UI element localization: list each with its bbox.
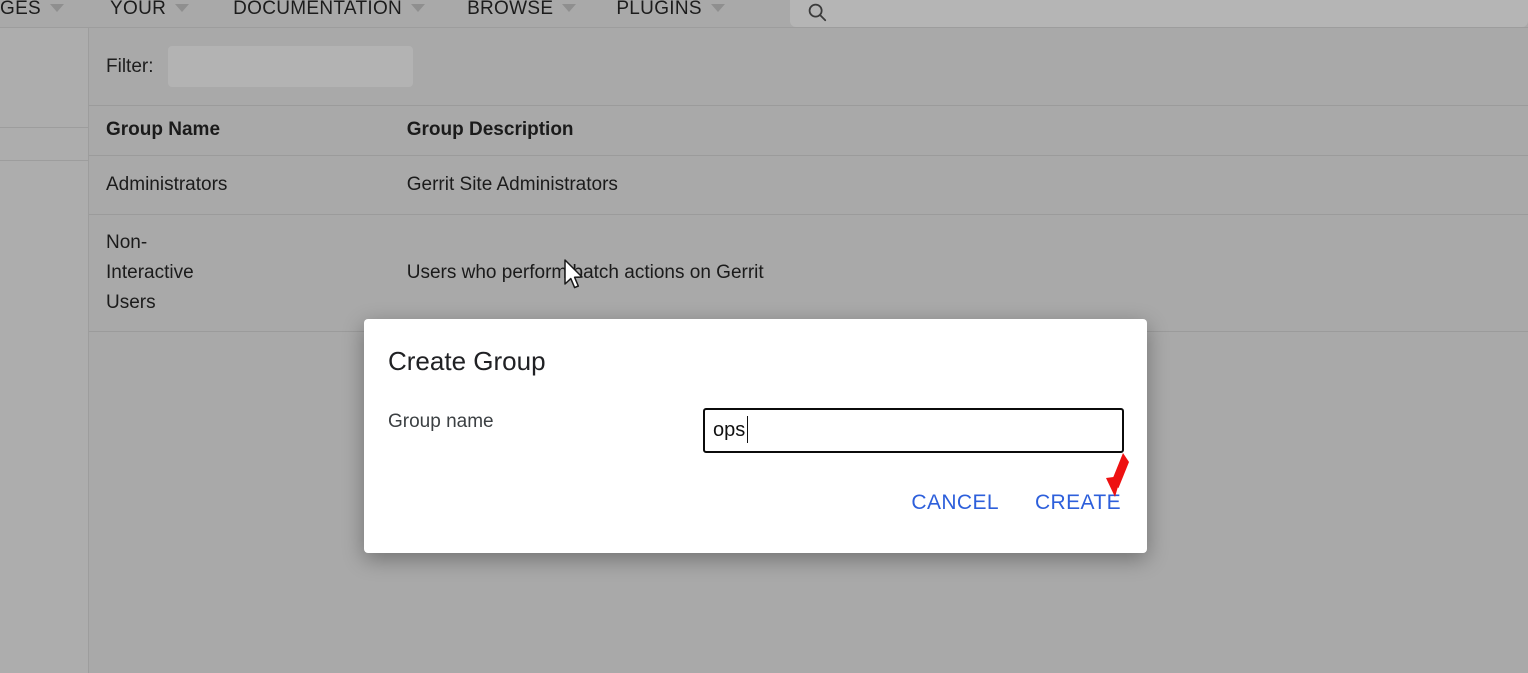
filter-label: Filter:	[106, 55, 154, 77]
search-box[interactable]	[790, 0, 1528, 27]
chevron-down-icon[interactable]	[175, 4, 190, 12]
create-button[interactable]: CREATE	[1033, 489, 1123, 517]
sidebar-divider	[0, 160, 88, 161]
filter-input[interactable]	[167, 46, 413, 87]
cell-group-description: Gerrit Site Administrators	[405, 155, 1528, 215]
group-name-input[interactable]	[703, 408, 1124, 453]
cell-group-name-text: Non-Interactive Users	[106, 231, 194, 313]
cell-group-name[interactable]: Administrators	[89, 155, 406, 215]
nav-item-changes[interactable]: GES	[0, 0, 65, 24]
nav-item-label: BROWSE	[467, 0, 554, 19]
nav-item-plugins[interactable]: PLUGINS	[616, 0, 725, 24]
filter-row: Filter:	[89, 28, 1528, 106]
create-group-dialog: Create Group Group name CANCEL CREATE	[364, 319, 1147, 553]
chevron-down-icon[interactable]	[50, 4, 65, 12]
chevron-down-icon[interactable]	[411, 4, 426, 12]
nav-item-label: GES	[0, 0, 42, 19]
cell-group-name[interactable]: Non-Interactive Users	[89, 214, 406, 332]
nav-item-your[interactable]: YOUR	[110, 0, 190, 24]
groups-table: Group Name Group Description Administrat…	[89, 106, 1528, 332]
nav-item-documentation[interactable]: DOCUMENTATION	[233, 0, 426, 24]
text-cursor	[747, 416, 748, 443]
table-row[interactable]: Administrators Gerrit Site Administrator…	[89, 155, 1528, 215]
dialog-actions: CANCEL CREATE	[909, 489, 1123, 517]
app-root: GES YOUR DOCUMENTATION BROWSE PLUGINS Fi…	[0, 0, 1528, 673]
table-body: Administrators Gerrit Site Administrator…	[89, 155, 1528, 332]
nav-item-list: GES YOUR DOCUMENTATION BROWSE PLUGINS	[0, 0, 725, 27]
top-navigation-bar: GES YOUR DOCUMENTATION BROWSE PLUGINS	[0, 0, 1528, 27]
sidebar-divider	[0, 127, 88, 128]
cell-group-description: Users who perform batch actions on Gerri…	[405, 214, 1528, 332]
cancel-button[interactable]: CANCEL	[909, 489, 1001, 517]
column-header-group-name[interactable]: Group Name	[89, 106, 406, 156]
nav-item-label: PLUGINS	[616, 0, 702, 19]
table-header-row: Group Name Group Description	[89, 106, 1528, 156]
chevron-down-icon[interactable]	[710, 4, 725, 12]
table-head: Group Name Group Description	[89, 106, 1528, 156]
nav-item-label: YOUR	[110, 0, 167, 19]
chevron-down-icon[interactable]	[562, 4, 577, 12]
table-row[interactable]: Non-Interactive Users Users who perform …	[89, 214, 1528, 332]
column-header-group-description[interactable]: Group Description	[405, 106, 1528, 156]
group-name-label: Group name	[388, 411, 494, 432]
nav-item-browse[interactable]: BROWSE	[467, 0, 577, 24]
search-icon	[808, 3, 827, 22]
sidebar	[0, 27, 88, 673]
nav-item-label: DOCUMENTATION	[233, 0, 403, 19]
dialog-title: Create Group	[388, 346, 546, 376]
